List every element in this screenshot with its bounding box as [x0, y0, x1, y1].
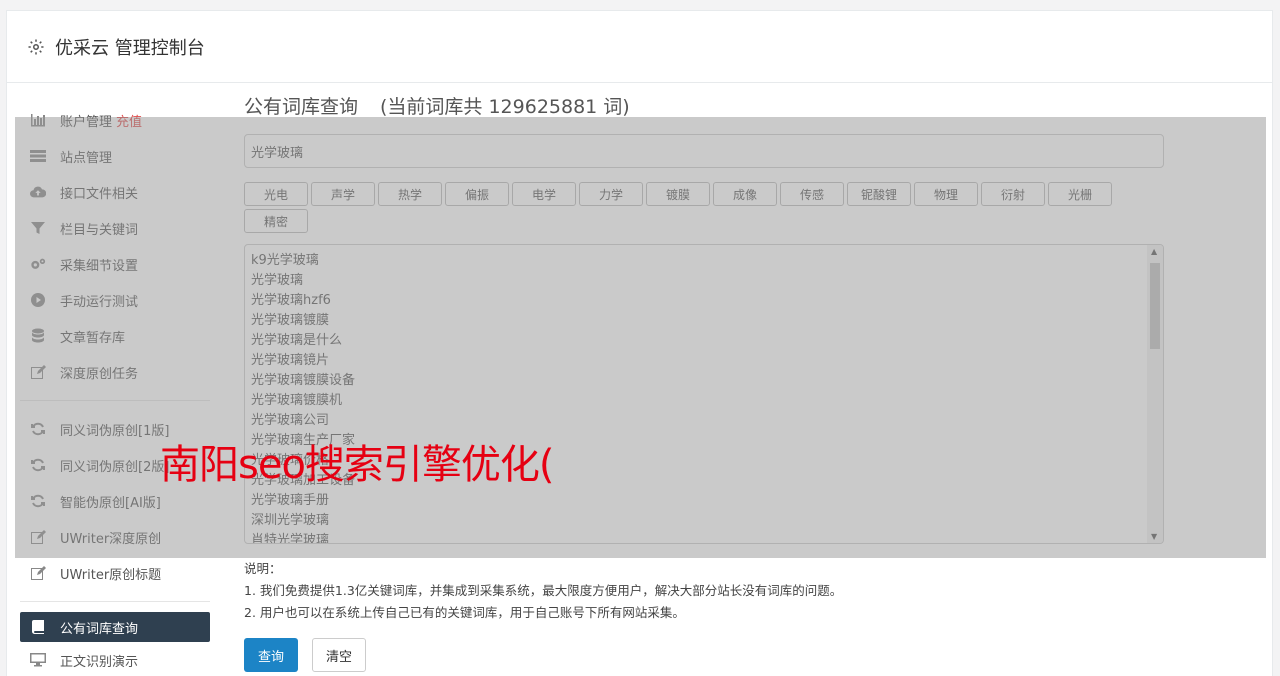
sidebar-item-label: 栏目与关键词 — [60, 222, 139, 238]
search-input-value: 光学玻璃 — [251, 145, 304, 161]
category-tag[interactable]: 热学 — [378, 182, 442, 206]
bar-chart-icon — [30, 112, 46, 128]
instructions: 说明： 1. 我们免费提供1.3亿关键词库，并集成到采集系统，最大限度方便用户，… — [244, 558, 1164, 624]
sidebar-item-uwriter-deep[interactable]: UWriter深度原创 — [20, 519, 210, 555]
category-tag[interactable]: 光栅 — [1048, 182, 1112, 206]
edit-icon — [30, 565, 46, 581]
main-content: 公有词库查询 (当前词库共 129625881 词) 光学玻璃 光电 声学 热学 偏振电… — [244, 92, 1164, 672]
list-item[interactable]: 光学玻璃手册 — [251, 491, 1157, 511]
section-title-text: 公有词库查询 — [244, 96, 359, 118]
note-title: 说明： — [244, 561, 282, 576]
list-item[interactable]: 光学玻璃镜片 — [251, 351, 1157, 371]
sidebar-item-label: 深度原创任务 — [60, 366, 139, 382]
sidebar-item-label: UWriter深度原创 — [60, 531, 162, 547]
category-tag[interactable]: 成像 — [713, 182, 777, 206]
sidebar-item-columns-keywords[interactable]: 栏目与关键词 — [20, 210, 210, 246]
sidebar-item-label: 文章暂存库 — [60, 330, 126, 346]
sidebar-item-collect-settings[interactable]: 采集细节设置 — [20, 246, 210, 282]
sidebar-item-label: 同义词伪原创[1版] — [60, 423, 170, 439]
page-title: 优采云 管理控制台 — [55, 37, 205, 59]
category-tag[interactable]: 铌酸锂 — [847, 182, 911, 206]
gear-icon — [28, 39, 44, 54]
sidebar-item-label: 正文识别演示 — [60, 654, 139, 670]
sidebar-item-label: 账户管理 — [60, 114, 113, 130]
category-tag[interactable]: 电学 — [512, 182, 576, 206]
sidebar-divider — [20, 601, 210, 602]
play-circle-icon — [30, 292, 46, 308]
category-tag[interactable]: 光电 — [244, 182, 308, 206]
panel-header: 优采云 管理控制台 — [7, 11, 1272, 83]
keyword-search-input[interactable]: 光学玻璃 — [244, 134, 1164, 168]
sidebar-item-public-lexicon[interactable]: 公有词库查询 — [20, 612, 210, 642]
sidebar-item-label: 手动运行测试 — [60, 294, 139, 310]
cloud-upload-icon — [30, 184, 46, 200]
sidebar-item-account[interactable]: 账户管理 充值 — [20, 102, 210, 138]
category-tag[interactable]: 声学 — [311, 182, 375, 206]
clear-button[interactable]: 清空 — [312, 638, 366, 672]
sidebar-divider — [20, 400, 210, 401]
results-list[interactable]: k9光学玻璃 光学玻璃 光学玻璃hzf6 光学玻璃镀膜 光学玻璃是什么 光学玻璃镜片 光学玻… — [244, 244, 1164, 544]
category-tag[interactable]: 物理 — [914, 182, 978, 206]
category-tag[interactable]: 衍射 — [981, 182, 1045, 206]
sidebar-item-label: 采集细节设置 — [60, 258, 139, 274]
note-line: 1. 我们免费提供1.3亿关键词库，并集成到采集系统，最大限度方便用户，解决大部… — [244, 583, 843, 598]
filter-icon — [30, 220, 46, 236]
monitor-icon — [30, 652, 46, 668]
sidebar-item-sites[interactable]: 站点管理 — [20, 138, 210, 174]
category-tags: 光电 声学 热学 偏振 电学 力学 镀膜 成像 传感 铌酸锂 物理 衍射 光栅精密 — [244, 182, 1124, 236]
category-tag[interactable]: 镀膜 — [646, 182, 710, 206]
sidebar: 账户管理 充值 站点管理 接口文件相关 栏目与关键词 采集细节设置 手动运行测试 — [20, 92, 210, 676]
sidebar-item-uwriter-title[interactable]: UWriter原创标题 — [20, 555, 210, 591]
refresh-icon — [30, 421, 46, 437]
server-icon — [30, 148, 46, 164]
sidebar-item-label: 同义词伪原创[2版] — [60, 459, 170, 475]
sidebar-item-label: 站点管理 — [60, 150, 113, 166]
gears-icon — [30, 256, 46, 272]
sidebar-item-label: UWriter原创标题 — [60, 567, 162, 583]
sidebar-item-article-storage[interactable]: 文章暂存库 — [20, 318, 210, 354]
sidebar-item-interface-files[interactable]: 接口文件相关 — [20, 174, 210, 210]
results-items: k9光学玻璃 光学玻璃 光学玻璃hzf6 光学玻璃镀膜 光学玻璃是什么 光学玻璃镜片 光学玻… — [245, 245, 1163, 543]
sidebar-item-label: 智能伪原创[AI版] — [60, 495, 161, 511]
list-item[interactable]: 光学玻璃hzf6 — [251, 291, 1157, 311]
list-item[interactable]: 光学玻璃镀膜设备 — [251, 371, 1157, 391]
lexicon-count: (当前词库共 129625881 词) — [380, 96, 630, 118]
category-tag[interactable]: 偏振 — [445, 182, 509, 206]
edit-icon — [30, 529, 46, 545]
sidebar-item-deep-original[interactable]: 深度原创任务 — [20, 354, 210, 390]
list-item[interactable]: 光学玻璃镀膜 — [251, 311, 1157, 331]
category-tag[interactable]: 传感 — [780, 182, 844, 206]
refresh-icon — [30, 457, 46, 473]
action-buttons: 查询 清空 — [244, 638, 1164, 672]
sidebar-item-text-recognition[interactable]: 正文识别演示 — [20, 642, 210, 676]
book-icon — [30, 619, 46, 635]
scrollbar[interactable]: ▲ ▼ — [1147, 245, 1163, 543]
category-tag[interactable]: 力学 — [579, 182, 643, 206]
recharge-link[interactable]: 充值 — [116, 111, 142, 130]
query-button[interactable]: 查询 — [244, 638, 298, 672]
list-item[interactable]: 肖特光学玻璃 — [251, 531, 1157, 543]
list-item[interactable]: 深圳光学玻璃 — [251, 511, 1157, 531]
list-item[interactable]: k9光学玻璃 — [251, 251, 1157, 271]
edit-icon — [30, 364, 46, 380]
list-item[interactable]: 光学玻璃是什么 — [251, 331, 1157, 351]
sidebar-item-label: 接口文件相关 — [60, 186, 139, 202]
database-icon — [30, 328, 46, 344]
sidebar-item-manual-run[interactable]: 手动运行测试 — [20, 282, 210, 318]
sidebar-item-label: 公有词库查询 — [60, 621, 139, 637]
note-line: 2. 用户也可以在系统上传自己已有的关键词库，用于自己账号下所有网站采集。 — [244, 605, 685, 620]
list-item[interactable]: 光学玻璃 — [251, 271, 1157, 291]
category-tag[interactable]: 精密 — [244, 209, 308, 233]
scroll-down-icon[interactable]: ▼ — [1151, 532, 1157, 541]
list-item[interactable]: 光学玻璃公司 — [251, 411, 1157, 431]
refresh-icon — [30, 493, 46, 509]
section-title: 公有词库查询 (当前词库共 129625881 词) — [244, 92, 1164, 122]
list-item[interactable]: 光学玻璃镀膜机 — [251, 391, 1157, 411]
overlay-caption: 南阳seo搜索引擎优化( — [160, 442, 555, 488]
scrollbar-thumb[interactable] — [1150, 263, 1160, 349]
scroll-up-icon[interactable]: ▲ — [1151, 247, 1157, 256]
